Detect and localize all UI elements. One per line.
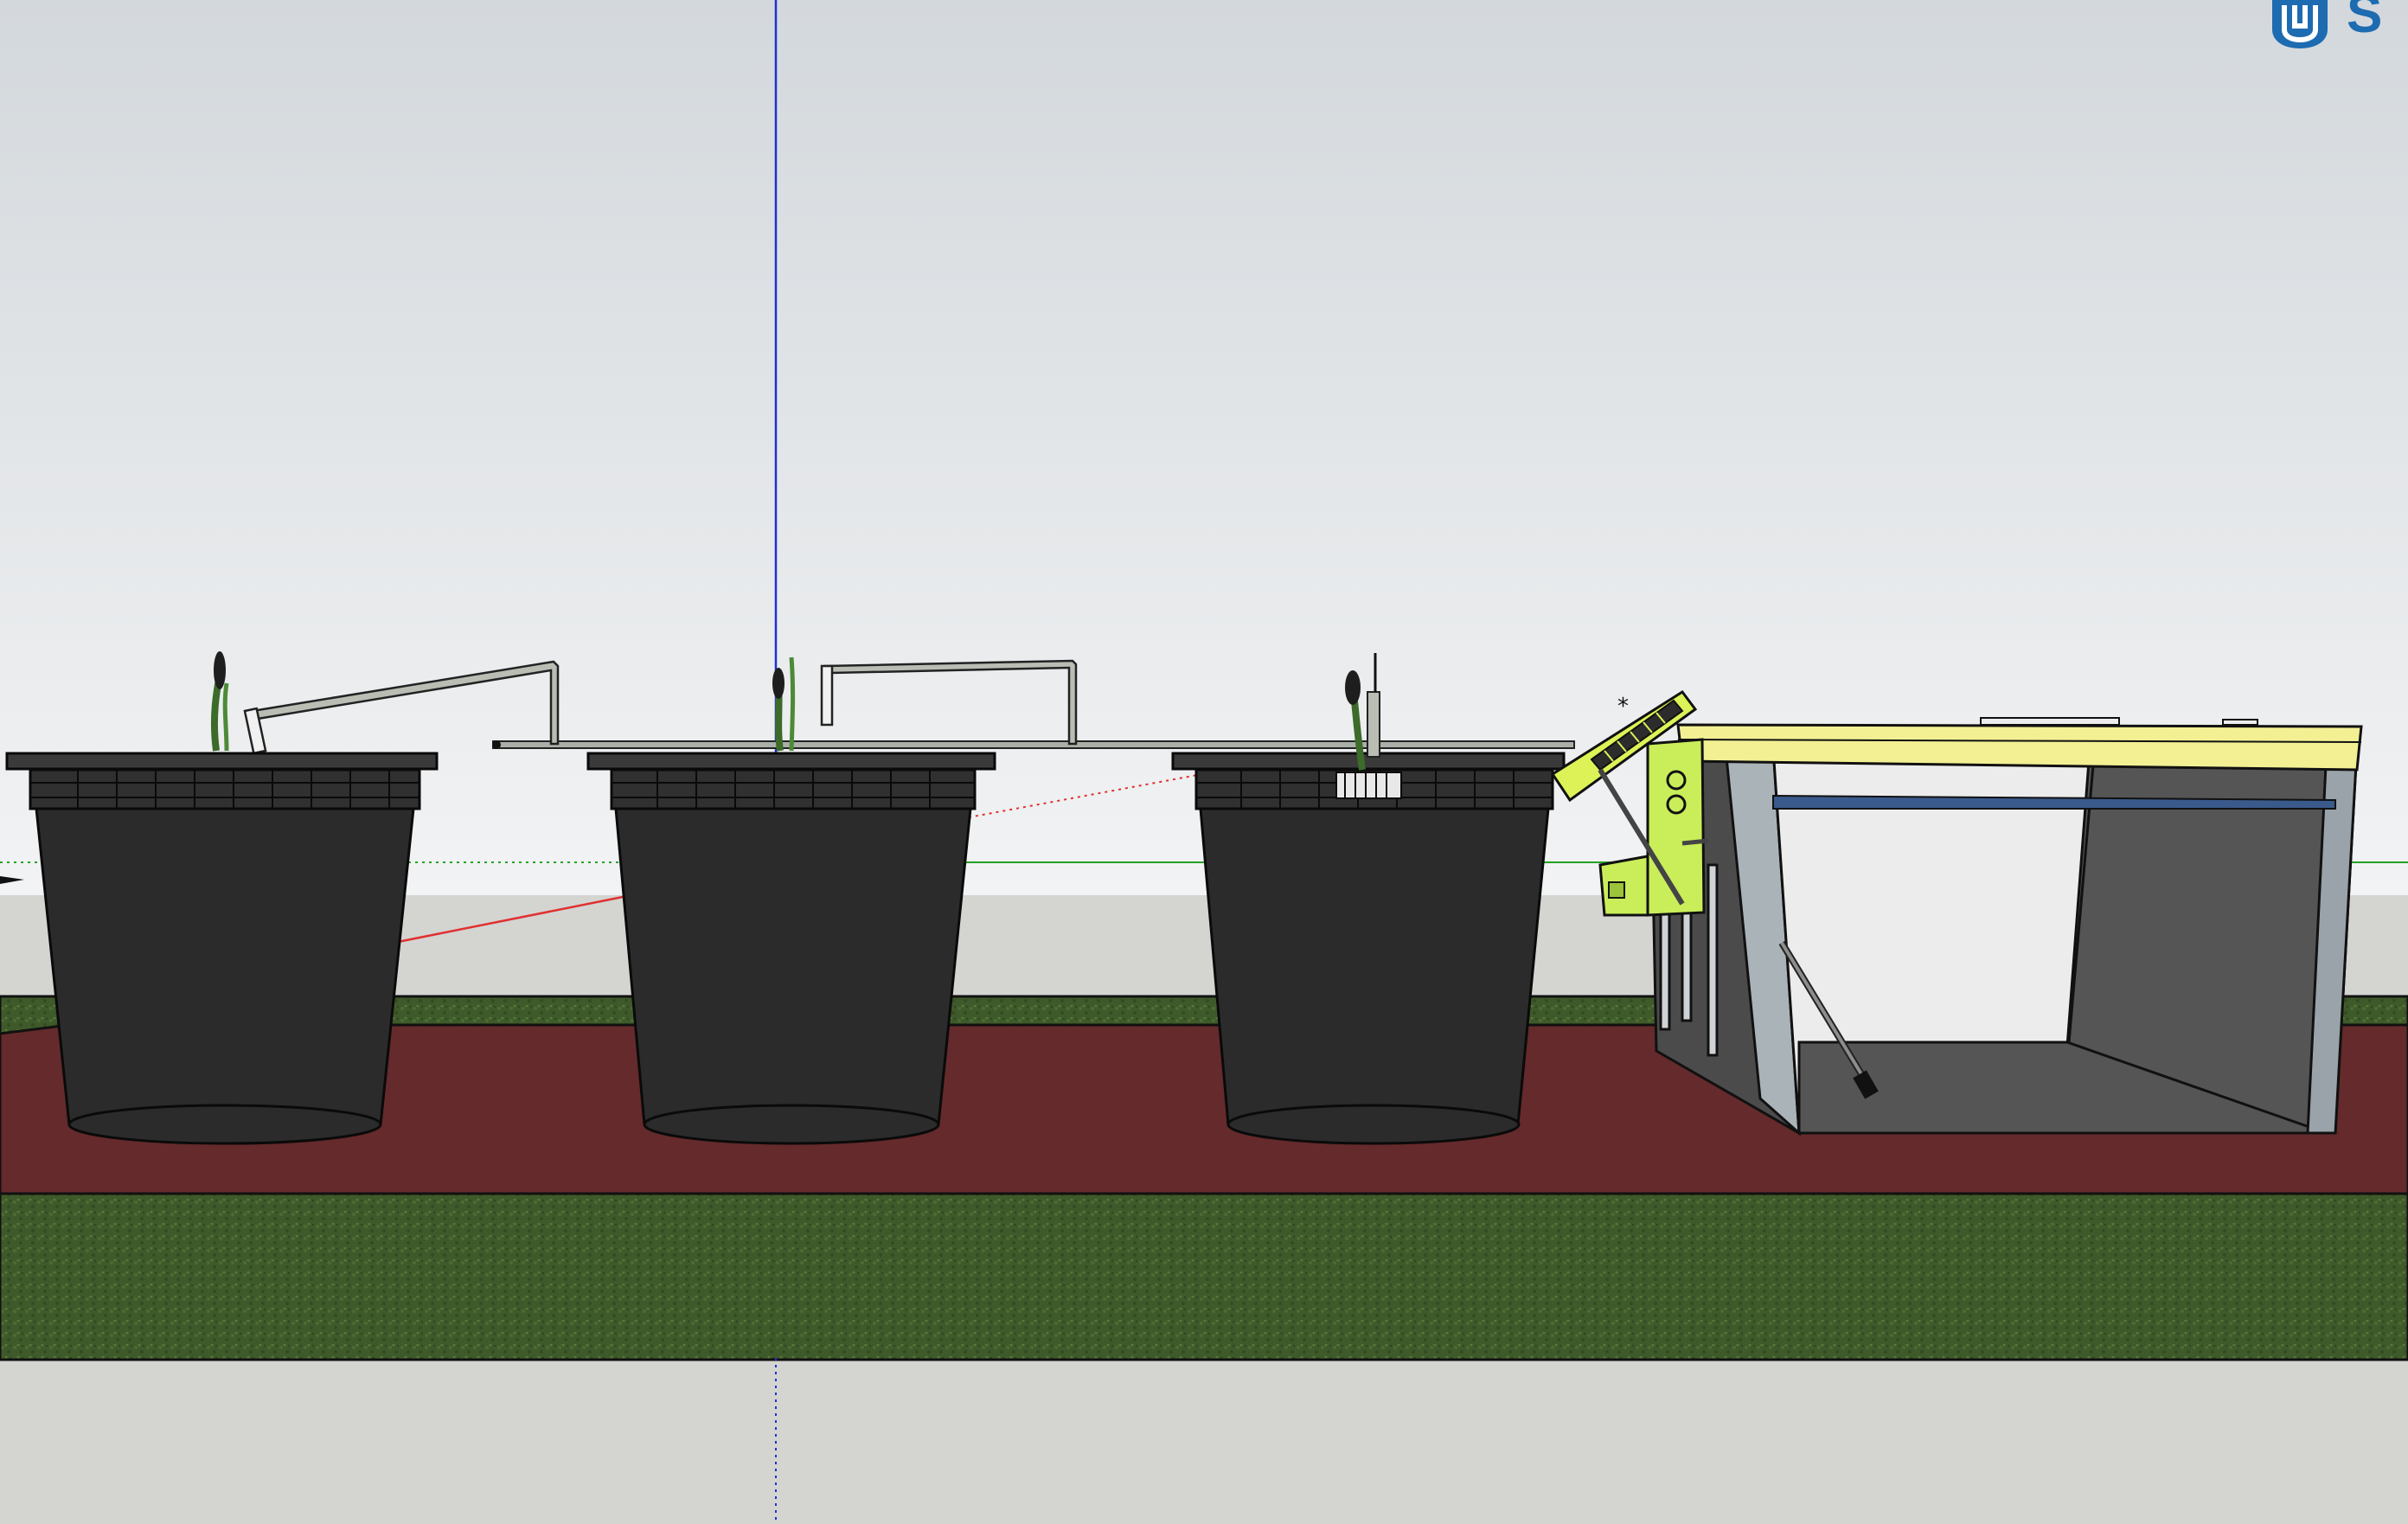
bucket-3[interactable]	[1171, 752, 1566, 1145]
scene-canvas[interactable]: *	[0, 0, 2408, 1524]
sketchup-logo-icon	[2272, 0, 2328, 48]
long-pipe	[492, 740, 1575, 749]
bucket-2[interactable]	[586, 752, 996, 1145]
modeling-viewport[interactable]: * S	[0, 0, 2408, 1524]
app-brand-logo: S	[2265, 0, 2408, 48]
bucket-1[interactable]	[5, 752, 439, 1145]
pipe-connector-2	[820, 664, 834, 727]
cabinet[interactable]	[1649, 717, 2363, 1137]
svg-text:*: *	[1617, 694, 1629, 720]
app-brand-text: S	[2347, 0, 2383, 44]
pipe-end-cap	[492, 740, 501, 749]
